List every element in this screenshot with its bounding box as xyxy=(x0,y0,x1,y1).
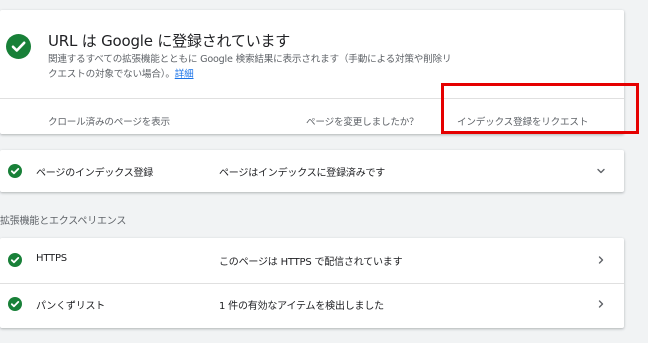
breadcrumb-row[interactable]: パンくずリスト 1 件の有効なアイテムを検出しました xyxy=(0,283,624,327)
page-indexing-row[interactable]: ページのインデックス登録 ページはインデックスに登録済みです xyxy=(0,150,624,192)
page-indexing-value: ページはインデックスに登録済みです xyxy=(219,168,386,179)
page-indexing-label: ページのインデックス登録 xyxy=(36,168,154,179)
highlight-annotation xyxy=(441,83,639,134)
https-value: このページは HTTPS で配信されています xyxy=(219,257,403,268)
details-link[interactable]: 詳細 xyxy=(175,69,194,80)
https-row[interactable]: HTTPS このページは HTTPS で配信されています xyxy=(0,239,624,283)
status-description: 関連するすべての拡張機能とともに Google 検索結果に表示されます（手動によ… xyxy=(48,52,458,82)
page-changed-prompt: ページを変更しましたか？ xyxy=(306,117,419,128)
check-circle-icon xyxy=(8,164,22,178)
breadcrumb-label: パンくずリスト xyxy=(36,301,106,312)
chevron-right-icon[interactable] xyxy=(594,296,608,310)
breadcrumb-value: 1 件の有効なアイテムを検出しました xyxy=(219,301,384,312)
enhancements-card: HTTPS このページは HTTPS で配信されています パンくずリスト 1 件… xyxy=(0,238,624,328)
chevron-right-icon[interactable] xyxy=(594,252,608,266)
view-crawled-page-button[interactable]: クロール済みのページを表示 xyxy=(48,114,170,128)
check-circle-icon xyxy=(6,34,31,59)
status-description-text: 関連するすべての拡張機能とともに Google 検索結果に表示されます（手動によ… xyxy=(48,54,452,80)
enhancements-heading: 拡張機能とエクスペリエンス xyxy=(0,216,127,227)
https-label: HTTPS xyxy=(36,253,67,264)
status-title: URL は Google に登録されています xyxy=(48,32,291,50)
chevron-down-icon[interactable] xyxy=(594,163,608,177)
check-circle-icon xyxy=(8,297,22,311)
check-circle-icon xyxy=(8,253,22,267)
